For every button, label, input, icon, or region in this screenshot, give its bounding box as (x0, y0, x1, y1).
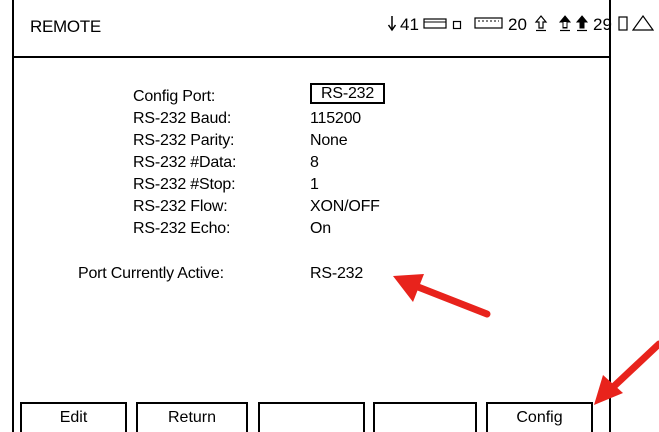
softkey-return[interactable]: Return (136, 402, 248, 432)
stop-bits-value: 1 (310, 176, 319, 193)
stop-bits-label: RS-232 #Stop: (133, 176, 236, 193)
softkey-edit-label: Edit (59, 409, 88, 426)
arrow-up-bar-icon (558, 14, 572, 37)
config-port-field[interactable]: RS-232 (310, 83, 386, 104)
flow-value: XON/OFF (310, 198, 380, 215)
softkey-edit[interactable]: Edit (20, 402, 127, 432)
active-port-label: Port Currently Active: (78, 265, 224, 282)
softkey-3[interactable] (258, 402, 365, 432)
baud-label: RS-232 Baud: (133, 110, 232, 127)
status-value-20: 20 (508, 15, 527, 34)
small-square-icon (452, 15, 462, 35)
status-small-square (452, 13, 462, 37)
header-divider (12, 56, 611, 58)
softkey-config-label: Config (516, 409, 563, 426)
mode-title: REMOTE (30, 17, 101, 36)
softkey-return-label: Return (167, 409, 217, 426)
instrument-screen (12, 0, 611, 432)
echo-label: RS-232 Echo: (133, 220, 231, 237)
status-down-arrow: 41 (387, 13, 419, 37)
battery-icon (474, 15, 504, 35)
arrow-down-icon (387, 14, 397, 37)
status-value-29: 29 (593, 15, 612, 34)
status-tray (423, 13, 447, 37)
parity-label: RS-232 Parity: (133, 132, 235, 149)
triangle-icon (631, 14, 655, 37)
data-bits-value: 8 (310, 154, 319, 171)
echo-value: On (310, 220, 331, 237)
active-port-value: RS-232 (310, 265, 364, 282)
baud-value: 115200 (310, 110, 362, 127)
data-bits-label: RS-232 #Data: (133, 154, 237, 171)
flow-label: RS-232 Flow: (133, 198, 228, 215)
arrow-up-solid-icon (575, 14, 589, 37)
softkey-4[interactable] (373, 402, 477, 432)
config-port-value[interactable]: RS-232 (310, 83, 386, 104)
softkey-config[interactable]: Config (486, 402, 593, 432)
rectangle-icon (618, 14, 628, 37)
status-value-41: 41 (400, 15, 419, 34)
parity-value: None (310, 132, 348, 149)
tray-icon (423, 15, 447, 35)
config-port-label: Config Port: (133, 88, 216, 105)
status-battery: 20 (474, 13, 527, 37)
arrow-up-outline-icon (534, 14, 548, 37)
status-arrows: 29 (534, 13, 655, 37)
